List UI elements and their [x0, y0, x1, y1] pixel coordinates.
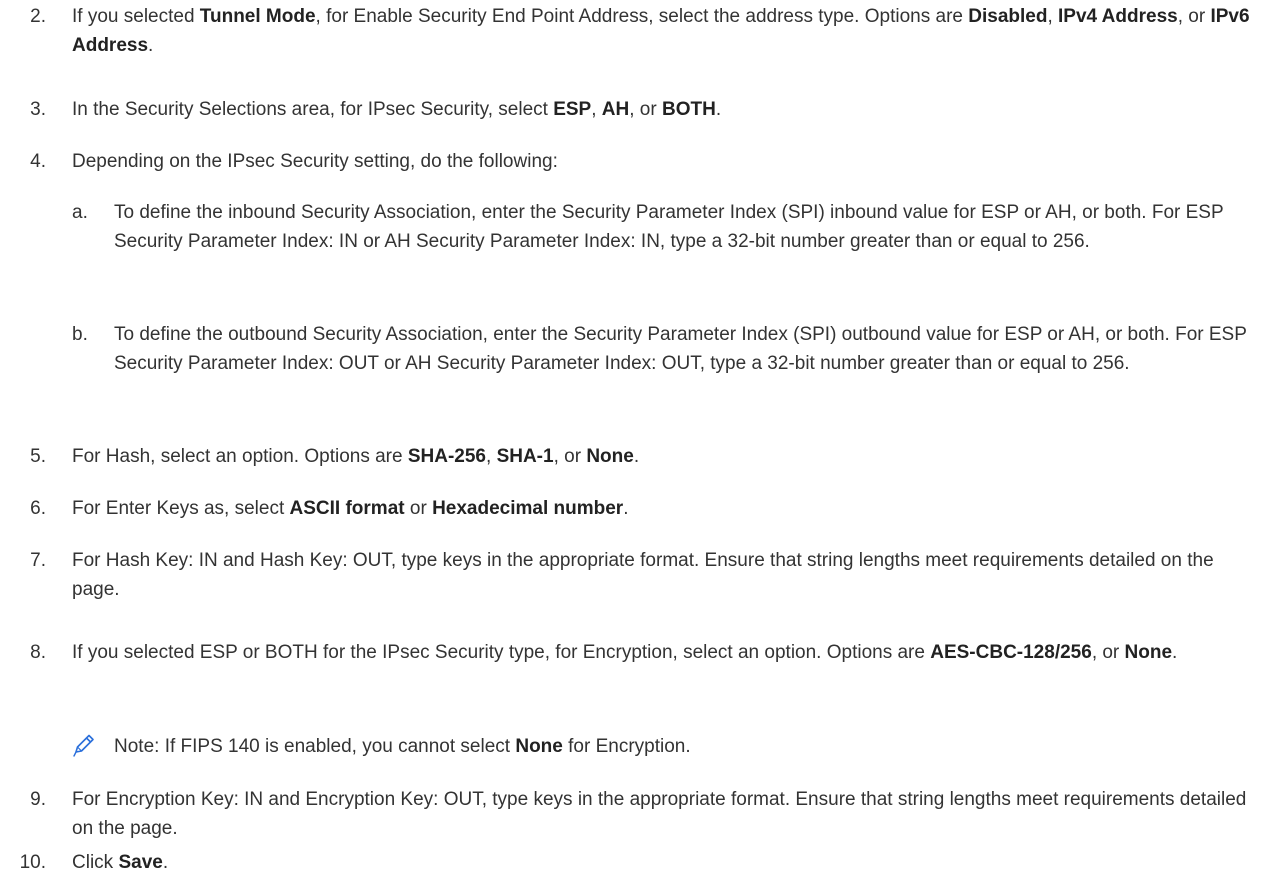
option-ascii-format: ASCII format: [289, 498, 405, 519]
option-ipv4-address: IPv4 Address: [1058, 6, 1178, 27]
text-run: .: [623, 498, 629, 519]
option-sha-1: SHA-1: [496, 446, 554, 467]
step-number: 4.: [30, 151, 46, 172]
step-number: 3.: [30, 99, 46, 120]
text-run: If you selected: [72, 6, 200, 27]
text-run: , for Enable Security End Point Address,…: [315, 6, 969, 27]
text-run: .: [1172, 642, 1178, 663]
step-number: 6.: [30, 498, 46, 519]
step-text: If you selected ESP or BOTH for the IPse…: [72, 638, 1262, 667]
option-sha-256: SHA-256: [407, 446, 486, 467]
text-run: , or: [629, 99, 662, 120]
step-text: Depending on the IPsec Security setting,…: [72, 151, 558, 172]
step-text: To define the outbound Security Associat…: [114, 324, 1247, 374]
text-run: Note: If FIPS 140 is enabled, you cannot…: [114, 736, 516, 757]
step-text: In the Security Selections area, for IPs…: [72, 95, 1262, 124]
text-run: Click: [72, 852, 119, 873]
save-label: Save: [118, 852, 163, 873]
text-run: for Encryption.: [562, 736, 691, 757]
option-none: None: [1124, 642, 1173, 663]
text-run: For Hash, select an option. Options are: [72, 446, 408, 467]
text-run: In the Security Selections area, for IPs…: [72, 99, 554, 120]
step-number: 10.: [19, 852, 46, 873]
step-text: For Hash, select an option. Options are …: [72, 442, 1262, 471]
option-aes-cbc-128-256: AES-CBC-128/256: [930, 642, 1092, 663]
option-disabled: Disabled: [968, 6, 1048, 27]
text-run: .: [633, 446, 640, 467]
text-run: .: [162, 852, 169, 873]
step-text: For Hash Key: IN and Hash Key: OUT, type…: [72, 550, 1214, 600]
option-hexadecimal-number: Hexadecimal number: [432, 498, 624, 519]
text-run: .: [715, 99, 722, 120]
option-none: None: [515, 736, 563, 757]
text-run: For Enter Keys as, select: [72, 498, 290, 519]
step-text: For Enter Keys as, select ASCII format o…: [72, 494, 1262, 523]
step-number: 5.: [30, 446, 46, 467]
text-run: , or: [1091, 642, 1125, 663]
substep-letter: a.: [72, 202, 88, 223]
text-run: , or: [553, 446, 587, 467]
substep-letter: b.: [72, 324, 88, 345]
step-number: 2.: [30, 6, 46, 27]
option-none: None: [586, 446, 634, 467]
text-run: , or: [1177, 6, 1211, 27]
step-text: If you selected Tunnel Mode, for Enable …: [72, 2, 1262, 60]
text-run: If you selected ESP or BOTH for the IPse…: [72, 642, 931, 663]
option-ah: AH: [601, 99, 630, 120]
text-run: ,: [591, 99, 602, 120]
pencil-icon: [72, 732, 96, 758]
option-esp: ESP: [553, 99, 592, 120]
step-number: 7.: [30, 550, 46, 571]
option-tunnel-mode: Tunnel Mode: [199, 6, 316, 27]
text-run: or: [404, 498, 433, 519]
text-run: ,: [1047, 6, 1059, 27]
note-text: Note: If FIPS 140 is enabled, you cannot…: [114, 732, 1254, 761]
text-run: .: [148, 35, 154, 56]
step-text: To define the inbound Security Associati…: [114, 202, 1224, 252]
step-number: 8.: [30, 642, 46, 663]
step-number: 9.: [30, 789, 46, 810]
step-text: For Encryption Key: IN and Encryption Ke…: [72, 789, 1247, 839]
option-both: BOTH: [661, 99, 716, 120]
step-text: Click Save.: [72, 848, 1262, 877]
text-run: ,: [486, 446, 497, 467]
